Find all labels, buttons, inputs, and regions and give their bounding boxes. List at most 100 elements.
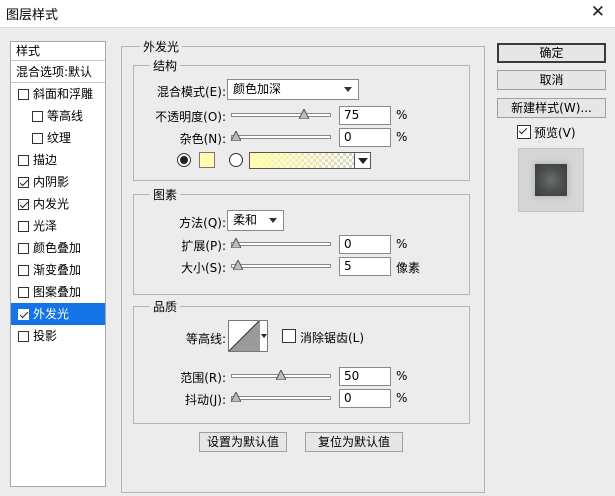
slider-thumb[interactable] bbox=[233, 260, 243, 270]
style-list-item-label: 图案叠加 bbox=[33, 285, 82, 299]
title-bar: 图层样式 ✕ bbox=[0, 0, 615, 27]
gradient-picker[interactable] bbox=[249, 152, 371, 169]
structure-title: 结构 bbox=[150, 57, 181, 74]
slider-track bbox=[231, 135, 331, 139]
technique-value: 柔和 bbox=[233, 213, 258, 227]
quality-group: 品质 等高线: 消除锯齿(L) 范围(R): 50 % 抖动(J): 0 % bbox=[133, 298, 470, 424]
style-list-item[interactable]: 内阴影 bbox=[11, 171, 105, 193]
slider-thumb[interactable] bbox=[231, 238, 241, 248]
size-input[interactable]: 5 bbox=[339, 257, 391, 276]
noise-input[interactable]: 0 bbox=[339, 128, 391, 147]
opacity-label: 不透明度(O): bbox=[155, 110, 226, 124]
style-list-item-label: 内发光 bbox=[33, 197, 70, 211]
style-list-item[interactable]: 描边 bbox=[11, 149, 105, 171]
make-default-button[interactable]: 设置为默认值 bbox=[199, 432, 287, 452]
style-list-item[interactable]: 光泽 bbox=[11, 215, 105, 237]
size-slider[interactable] bbox=[231, 260, 331, 272]
style-checkbox[interactable] bbox=[18, 330, 29, 342]
technique-select[interactable]: 柔和 bbox=[227, 210, 284, 231]
style-checkbox[interactable] bbox=[18, 220, 29, 232]
style-list: 样式 混合选项:默认 斜面和浮雕等高线纹理描边内阴影内发光光泽颜色叠加渐变叠加图… bbox=[10, 41, 106, 487]
style-list-item[interactable]: 渐变叠加 bbox=[11, 259, 105, 281]
style-list-item[interactable]: 内发光 bbox=[11, 193, 105, 215]
contour-curve-icon bbox=[229, 321, 259, 351]
style-list-item[interactable]: 外发光 bbox=[11, 303, 105, 325]
style-list-item[interactable]: 投影 bbox=[11, 325, 105, 347]
slider-track bbox=[231, 242, 331, 246]
spread-unit: % bbox=[396, 237, 408, 251]
style-checkbox[interactable] bbox=[18, 264, 29, 276]
preview-checkbox[interactable] bbox=[517, 125, 531, 139]
range-input[interactable]: 50 bbox=[339, 367, 391, 386]
contour-picker[interactable] bbox=[228, 320, 268, 352]
glow-color-swatch[interactable] bbox=[199, 152, 215, 168]
style-checkbox[interactable] bbox=[18, 242, 29, 254]
jitter-slider[interactable] bbox=[231, 392, 331, 404]
style-checkbox[interactable] bbox=[18, 286, 29, 298]
blend-mode-value: 颜色加深 bbox=[233, 82, 282, 96]
new-style-button[interactable]: 新建样式(W)... bbox=[497, 98, 606, 118]
jitter-unit: % bbox=[396, 391, 408, 405]
slider-track bbox=[231, 396, 331, 400]
cancel-button[interactable]: 取消 bbox=[497, 70, 606, 90]
style-list-item[interactable]: 等高线 bbox=[11, 105, 105, 127]
ok-button[interactable]: 确定 bbox=[497, 43, 606, 63]
style-checkbox[interactable] bbox=[18, 88, 29, 100]
style-list-item[interactable]: 斜面和浮雕 bbox=[11, 83, 105, 105]
style-checkbox[interactable] bbox=[18, 198, 29, 210]
opacity-input[interactable]: 75 bbox=[339, 106, 391, 125]
style-checkbox[interactable] bbox=[18, 308, 29, 320]
reset-default-button[interactable]: 复位为默认值 bbox=[305, 432, 403, 452]
style-list-item-label: 纹理 bbox=[47, 131, 72, 145]
chevron-down-icon[interactable] bbox=[259, 321, 267, 351]
chevron-down-icon bbox=[269, 218, 277, 223]
style-list-item[interactable]: 颜色叠加 bbox=[11, 237, 105, 259]
style-list-item-label: 光泽 bbox=[33, 219, 58, 233]
elements-title: 图素 bbox=[150, 186, 181, 203]
solid-color-radio[interactable] bbox=[177, 153, 191, 167]
style-checkbox[interactable] bbox=[32, 110, 43, 122]
gradient-radio[interactable] bbox=[229, 153, 243, 167]
opacity-slider[interactable] bbox=[231, 109, 331, 121]
panel-title: 外发光 bbox=[140, 38, 183, 55]
style-list-header[interactable]: 样式 bbox=[11, 42, 105, 61]
slider-thumb[interactable] bbox=[299, 109, 309, 119]
quality-title: 品质 bbox=[150, 298, 181, 315]
style-preview bbox=[518, 148, 584, 212]
style-list-item-label: 投影 bbox=[33, 329, 58, 343]
spread-input[interactable]: 0 bbox=[339, 235, 391, 254]
blend-options-item[interactable]: 混合选项:默认 bbox=[11, 61, 105, 83]
style-checkbox[interactable] bbox=[32, 132, 43, 144]
style-list-item-label: 外发光 bbox=[33, 307, 70, 321]
size-unit: 像素 bbox=[396, 261, 421, 275]
antialias-checkbox[interactable] bbox=[282, 329, 296, 343]
technique-label: 方法(Q): bbox=[179, 216, 226, 230]
slider-thumb[interactable] bbox=[231, 131, 241, 141]
blend-mode-label: 混合模式(E): bbox=[157, 85, 226, 99]
slider-thumb[interactable] bbox=[231, 392, 241, 402]
contour-label: 等高线: bbox=[185, 332, 226, 346]
noise-slider[interactable] bbox=[231, 131, 331, 143]
chevron-down-icon[interactable] bbox=[354, 152, 371, 169]
elements-group: 图素 方法(Q): 柔和 扩展(P): 0 % 大小(S): 5 像素 bbox=[133, 186, 470, 295]
style-list-item-label: 等高线 bbox=[47, 109, 84, 123]
size-label: 大小(S): bbox=[180, 261, 226, 275]
slider-thumb[interactable] bbox=[276, 370, 286, 380]
range-slider[interactable] bbox=[231, 370, 331, 382]
style-checkbox[interactable] bbox=[18, 154, 29, 166]
range-label: 范围(R): bbox=[180, 371, 226, 385]
style-list-item[interactable]: 纹理 bbox=[11, 127, 105, 149]
spread-slider[interactable] bbox=[231, 238, 331, 250]
jitter-input[interactable]: 0 bbox=[339, 389, 391, 408]
style-list-item[interactable]: 图案叠加 bbox=[11, 281, 105, 303]
slider-track bbox=[231, 264, 331, 268]
close-icon[interactable]: ✕ bbox=[591, 2, 605, 22]
jitter-label: 抖动(J): bbox=[185, 393, 226, 407]
style-checkbox[interactable] bbox=[18, 176, 29, 188]
style-list-item-label: 描边 bbox=[33, 153, 58, 167]
style-list-item-label: 颜色叠加 bbox=[33, 241, 82, 255]
outer-glow-panel: 外发光 结构 混合模式(E): 颜色加深 不透明度(O): 75 % 杂色(N)… bbox=[121, 38, 485, 493]
slider-track bbox=[231, 113, 331, 117]
blend-mode-select[interactable]: 颜色加深 bbox=[227, 79, 359, 100]
dialog-client: 样式 混合选项:默认 斜面和浮雕 等高线 纹理 描边 内阴影 内发光 光泽 颜色叠加 渐变叠加图… bbox=[0, 27, 615, 496]
